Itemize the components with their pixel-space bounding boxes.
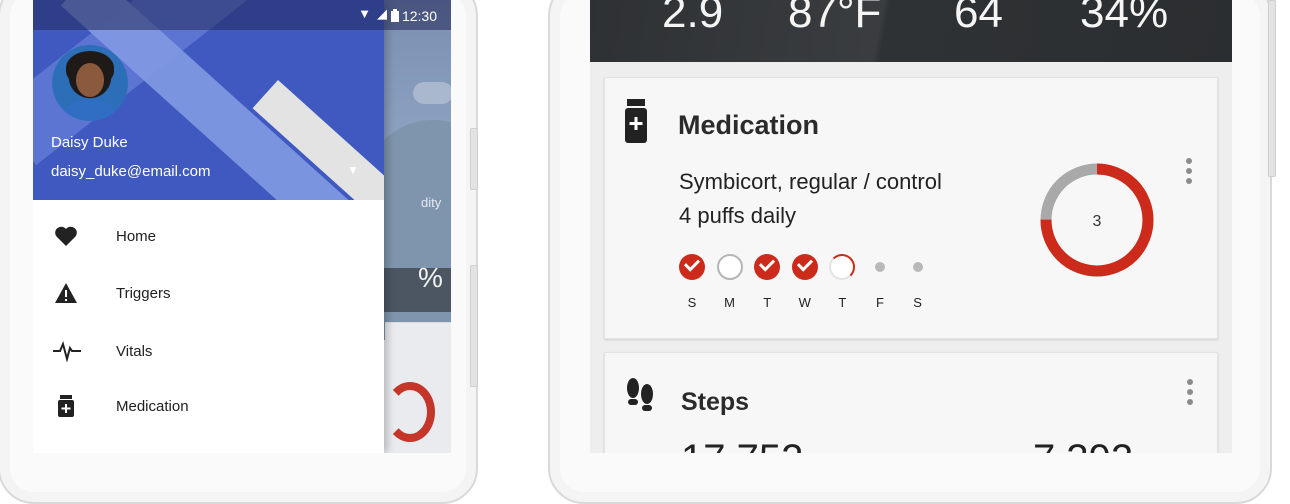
- navigation-drawer: Daisy Duke daisy_duke@email.com ▼ Home T…: [33, 0, 384, 453]
- battery-icon: [391, 9, 399, 22]
- stat-value: 64: [954, 0, 1003, 37]
- background-humidity-text: dity: [421, 195, 442, 210]
- background-progress-ring: [385, 382, 435, 442]
- day-label: M: [724, 295, 736, 310]
- more-options-icon[interactable]: [1186, 158, 1192, 188]
- left-phone-screen: dity % ··· Daisy Duke daisy_duke@email.c…: [33, 0, 451, 453]
- nav-item-home[interactable]: Home: [33, 211, 384, 263]
- medication-card[interactable]: Medication Symbicort, regular / control …: [604, 77, 1218, 339]
- card-title: Steps: [681, 388, 750, 416]
- environment-stats-bar: 2.9 87°F 64 34%: [590, 0, 1232, 62]
- day-status-upcoming: [912, 262, 923, 272]
- day-status-taken: [791, 254, 818, 280]
- day-status-taken: [679, 254, 705, 280]
- cloud-icon: [413, 82, 451, 104]
- day-status-upcoming: [875, 262, 885, 272]
- status-bar: ▼◢ 12:30: [33, 0, 451, 30]
- medication-dosage: 4 puffs daily: [679, 203, 797, 228]
- background-percent-text: %: [418, 262, 443, 293]
- user-name: Daisy Duke: [51, 134, 128, 151]
- pulse-icon: [53, 340, 81, 364]
- left-phone-side-button: [470, 265, 478, 387]
- nav-item-label: Home: [116, 228, 157, 245]
- medication-name: Symbicort, regular / control: [679, 169, 942, 194]
- day-label: S: [913, 295, 922, 310]
- day-status-partial: [829, 254, 856, 280]
- heart-icon: [53, 225, 79, 249]
- day-label: T: [763, 295, 772, 310]
- ring-value: 3: [1093, 213, 1102, 230]
- medicine-bottle-icon: [625, 99, 647, 143]
- medicine-bottle-icon: [53, 395, 79, 419]
- left-phone-side-button: [470, 128, 478, 190]
- status-time: 12:30: [401, 8, 437, 24]
- stat-value: 2.9: [662, 0, 724, 37]
- avatar-face: [76, 63, 104, 97]
- day-status-taken: [754, 254, 781, 280]
- right-phone-screen: 2.9 87°F 64 34% Medication Symbicort, re…: [590, 0, 1232, 453]
- drawer-header: Daisy Duke daisy_duke@email.com ▼: [33, 0, 384, 200]
- right-phone-side-button: [1268, 0, 1276, 177]
- card-title: Medication: [678, 110, 820, 140]
- day-label: S: [687, 295, 697, 310]
- dose-progress-ring: 3: [1040, 163, 1154, 277]
- check-icon: [759, 255, 776, 272]
- day-status-missed: [716, 254, 743, 280]
- account-dropdown-icon[interactable]: ▼: [347, 163, 359, 177]
- check-icon: [796, 255, 813, 272]
- steps-count: 17,752: [681, 437, 803, 453]
- nav-item-label: Vitals: [116, 343, 153, 360]
- nav-item-triggers[interactable]: Triggers: [33, 268, 384, 320]
- steps-comparison: 7,392: [1033, 437, 1133, 453]
- day-label: T: [838, 295, 847, 310]
- nav-item-label: Triggers: [116, 285, 171, 302]
- check-icon: [683, 255, 701, 272]
- nav-item-medication[interactable]: Medication: [33, 381, 384, 433]
- steps-card[interactable]: Steps 17,752 7,392: [604, 352, 1218, 453]
- stat-value: 34%: [1080, 0, 1169, 37]
- avatar[interactable]: [52, 45, 128, 121]
- day-label: F: [876, 295, 884, 310]
- avatar-body: [58, 99, 122, 121]
- signal-icons: ▼◢: [358, 6, 393, 21]
- stat-value: 87°F: [788, 0, 882, 37]
- footprints-icon: [627, 378, 653, 411]
- more-options-icon[interactable]: [1187, 379, 1193, 409]
- nav-item-label: Medication: [116, 398, 189, 415]
- warning-icon: [53, 282, 79, 306]
- day-label: W: [798, 295, 811, 310]
- nav-item-vitals[interactable]: Vitals: [33, 326, 384, 378]
- user-email: daisy_duke@email.com: [51, 163, 211, 180]
